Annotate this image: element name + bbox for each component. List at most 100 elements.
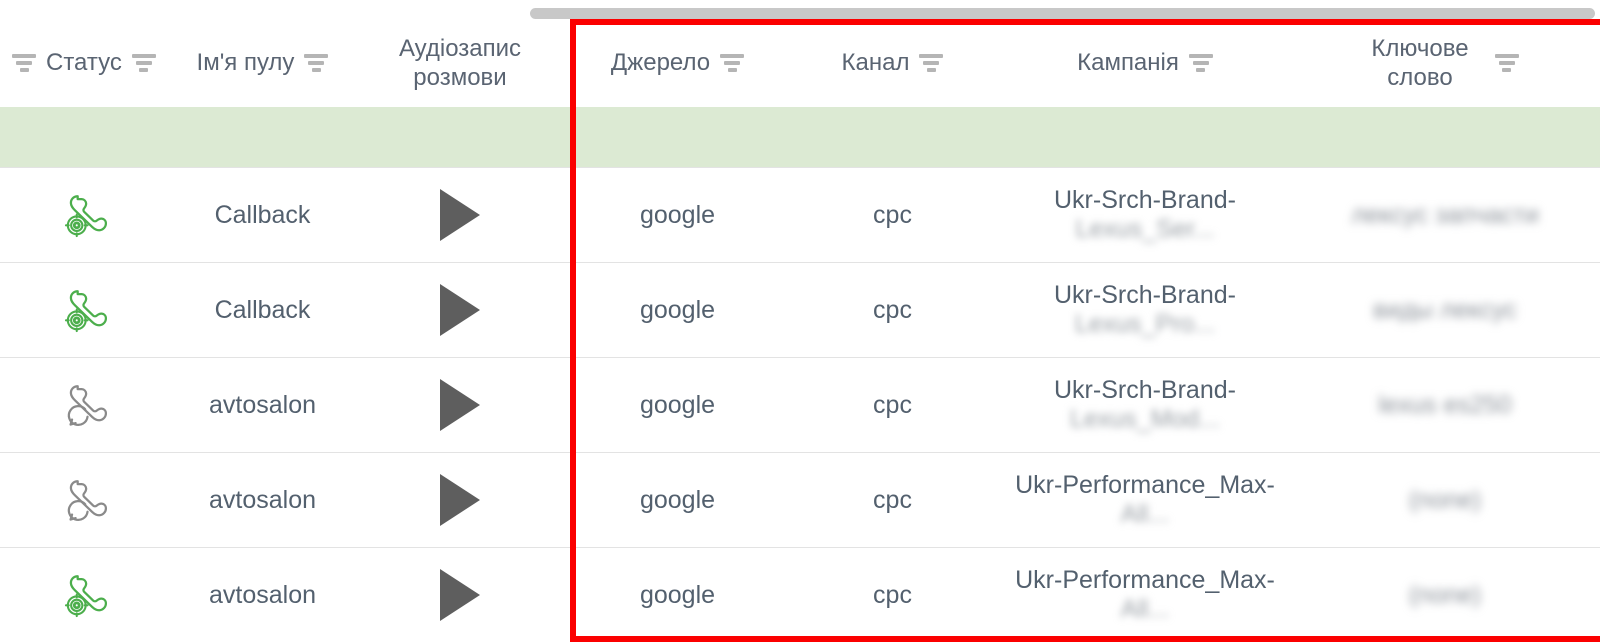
calls-table: Статус Ім'я пулу Аудіозапис розмови Джер…: [0, 19, 1600, 642]
cell-source: google: [570, 547, 785, 642]
filter-icon-pool[interactable]: [304, 53, 329, 72]
cell-campaign: Ukr-Srch-Brand- Lexus_Pro...: [1000, 262, 1290, 358]
cell-source: google: [570, 167, 785, 263]
cell-audio[interactable]: [350, 167, 570, 263]
column-header-pool[interactable]: Ім'я пулу: [175, 19, 350, 107]
filter-icon-channel[interactable]: [919, 53, 944, 72]
phone-missed-icon: [6, 470, 169, 530]
keyword-value-redacted: lexus es250: [1378, 390, 1512, 419]
summary-cell-campaign: [1000, 107, 1290, 168]
cell-campaign: Ukr-Srch-Brand- Lexus_Mod...: [1000, 357, 1290, 453]
play-icon[interactable]: [440, 474, 480, 526]
cell-audio[interactable]: [350, 262, 570, 358]
calls-table-container: Статус Ім'я пулу Аудіозапис розмови Джер…: [0, 19, 1600, 642]
cell-status: [0, 452, 175, 548]
cell-channel: cpc: [785, 262, 1000, 358]
cell-audio[interactable]: [350, 357, 570, 453]
column-header-keyword[interactable]: Ключове слово: [1290, 19, 1600, 107]
column-header-source[interactable]: Джерело: [570, 19, 785, 107]
column-header-campaign[interactable]: Кампанія: [1000, 19, 1290, 107]
table-row[interactable]: Callback google cpc Ukr-Srch-Brand- Lexus_Se…: [0, 167, 1600, 263]
cell-pool: Callback: [175, 262, 350, 358]
cell-source: google: [570, 262, 785, 358]
keyword-value-redacted: лексус запчасти: [1351, 200, 1539, 229]
header-row: Статус Ім'я пулу Аудіозапис розмови Джер…: [0, 19, 1600, 107]
table-row[interactable]: avtosalon google cpc Ukr-Performance_Max- Al…: [0, 452, 1600, 548]
keyword-value-redacted: виды лексус: [1373, 295, 1517, 324]
campaign-line-1: Ukr-Performance_Max-: [1015, 566, 1275, 594]
column-header-pool-label: Ім'я пулу: [196, 49, 295, 77]
filter-icon-leading[interactable]: [12, 53, 36, 72]
summary-cell-source: [570, 107, 785, 168]
table-row[interactable]: avtosalon google cpc Ukr-Srch-Brand- Lexus_M…: [0, 357, 1600, 453]
cell-pool: avtosalon: [175, 357, 350, 453]
column-header-keyword-label: Ключове слово: [1371, 34, 1469, 91]
column-header-status-label: Статус: [46, 49, 122, 77]
column-header-channel-label: Канал: [841, 49, 910, 77]
filter-icon-campaign[interactable]: [1188, 53, 1213, 72]
table-row[interactable]: avtosalon google cpc Ukr-Performance_Max- Al…: [0, 547, 1600, 642]
summary-cell-channel: [785, 107, 1000, 168]
campaign-line-1: Ukr-Srch-Brand-: [1054, 376, 1236, 404]
cell-source: google: [570, 357, 785, 453]
play-icon[interactable]: [440, 379, 480, 431]
phone-callback-answered-icon: [6, 185, 169, 245]
cell-status: [0, 357, 175, 453]
summary-row: [0, 107, 1600, 168]
play-icon[interactable]: [440, 569, 480, 621]
cell-keyword: виды лексус: [1290, 262, 1600, 358]
phone-callback-answered-icon: [6, 565, 169, 625]
summary-cell-pool: [175, 107, 350, 168]
campaign-line-1: Ukr-Srch-Brand-: [1054, 281, 1236, 309]
table-body: Callback google cpc Ukr-Srch-Brand- Lexus_Se…: [0, 107, 1600, 642]
keyword-value-redacted: (none): [1408, 485, 1482, 514]
horizontal-scrollbar[interactable]: [0, 0, 1600, 19]
cell-pool: avtosalon: [175, 452, 350, 548]
cell-campaign: Ukr-Performance_Max- All...: [1000, 452, 1290, 548]
cell-status: [0, 547, 175, 642]
cell-channel: cpc: [785, 547, 1000, 642]
campaign-line-2-redacted: Lexus_Pro...: [1074, 310, 1216, 338]
cell-channel: cpc: [785, 452, 1000, 548]
summary-cell-keyword: [1290, 107, 1600, 168]
column-header-status[interactable]: Статус: [0, 19, 175, 107]
campaign-line-2-redacted: All...: [1120, 500, 1170, 528]
play-icon[interactable]: [440, 284, 480, 336]
play-icon[interactable]: [440, 189, 480, 241]
table-header: Статус Ім'я пулу Аудіозапис розмови Джер…: [0, 19, 1600, 107]
cell-campaign: Ukr-Performance_Max- All...: [1000, 547, 1290, 642]
campaign-line-2-redacted: All...: [1120, 595, 1170, 623]
cell-channel: cpc: [785, 167, 1000, 263]
cell-channel: cpc: [785, 357, 1000, 453]
cell-status: [0, 262, 175, 358]
cell-audio[interactable]: [350, 547, 570, 642]
cell-pool: Callback: [175, 167, 350, 263]
cell-keyword: lexus es250: [1290, 357, 1600, 453]
campaign-line-2-redacted: Lexus_Ser...: [1075, 215, 1215, 243]
column-header-channel[interactable]: Канал: [785, 19, 1000, 107]
cell-campaign: Ukr-Srch-Brand- Lexus_Ser...: [1000, 167, 1290, 263]
campaign-line-1: Ukr-Performance_Max-: [1015, 471, 1275, 499]
cell-keyword: (none): [1290, 452, 1600, 548]
summary-cell-status: [0, 107, 175, 168]
summary-cell-audio: [350, 107, 570, 168]
filter-icon-source[interactable]: [720, 53, 745, 72]
cell-source: google: [570, 452, 785, 548]
cell-keyword: (none): [1290, 547, 1600, 642]
cell-keyword: лексус запчасти: [1290, 167, 1600, 263]
cell-pool: avtosalon: [175, 547, 350, 642]
cell-status: [0, 167, 175, 263]
phone-missed-icon: [6, 375, 169, 435]
phone-callback-answered-icon: [6, 280, 169, 340]
filter-icon-status[interactable]: [131, 53, 156, 72]
filter-icon-keyword[interactable]: [1494, 54, 1519, 72]
campaign-line-1: Ukr-Srch-Brand-: [1054, 186, 1236, 214]
column-header-campaign-label: Кампанія: [1077, 49, 1179, 77]
keyword-value-redacted: (none): [1408, 580, 1482, 609]
cell-audio[interactable]: [350, 452, 570, 548]
column-header-audio-label: Аудіозапис розмови: [398, 34, 522, 91]
table-row[interactable]: Callback google cpc Ukr-Srch-Brand- Lexus_Pr…: [0, 262, 1600, 358]
campaign-line-2-redacted: Lexus_Mod...: [1069, 405, 1221, 433]
column-header-audio[interactable]: Аудіозапис розмови: [350, 19, 570, 107]
horizontal-scrollbar-thumb[interactable]: [530, 8, 1595, 19]
